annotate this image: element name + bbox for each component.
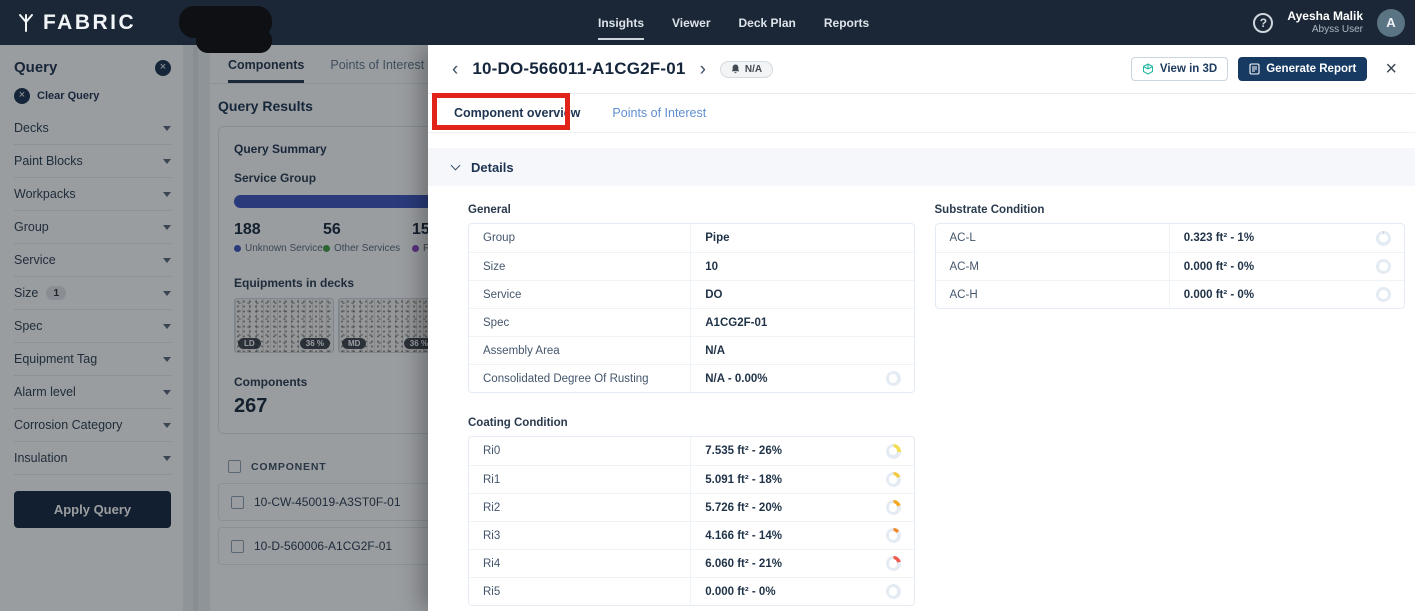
- detail-header: ‹ 10-DO-566011-A1CG2F-01 › N/A View in 3…: [428, 45, 1415, 94]
- table-row: Ri1 5.091 ft² - 18%: [469, 465, 914, 493]
- table-row: Ri2 5.726 ft² - 20%: [469, 493, 914, 521]
- substrate-ring-indicator: [1376, 259, 1391, 274]
- component-detail-panel: ‹ 10-DO-566011-A1CG2F-01 › N/A View in 3…: [428, 45, 1415, 611]
- annotation-highlight-box: [432, 93, 570, 130]
- tab-detail-points-of-interest[interactable]: Points of Interest: [612, 106, 706, 120]
- chevron-down-icon: [451, 160, 461, 170]
- bell-icon: [731, 64, 740, 74]
- substrate-condition-title: Substrate Condition: [935, 204, 1405, 216]
- substrate-ring-indicator: [1376, 287, 1391, 302]
- avatar[interactable]: A: [1377, 9, 1405, 37]
- fabric-trident-icon: [16, 13, 36, 33]
- rust-ring-indicator: [886, 371, 901, 386]
- redaction-blob: [196, 28, 272, 53]
- table-row: Consolidated Degree Of Rusting N/A - 0.0…: [469, 364, 914, 392]
- table-row: Size 10: [469, 252, 914, 280]
- nav-tab-deck-plan[interactable]: Deck Plan: [739, 0, 796, 45]
- table-row: Ri4 6.060 ft² - 21%: [469, 549, 914, 577]
- previous-component-icon[interactable]: ‹: [448, 60, 462, 79]
- table-row: Ri3 4.166 ft² - 14%: [469, 521, 914, 549]
- nav-tab-viewer[interactable]: Viewer: [672, 0, 710, 45]
- generate-report-button[interactable]: Generate Report: [1238, 57, 1367, 81]
- details-section-header[interactable]: Details: [428, 148, 1415, 186]
- coating-ring-indicator: [886, 556, 901, 571]
- table-row: AC-L 0.323 ft² - 1%: [936, 224, 1404, 252]
- coating-ring-indicator: [886, 584, 901, 599]
- details-section-title: Details: [471, 160, 514, 175]
- user-block[interactable]: Ayesha Malik Abyss User: [1287, 9, 1363, 35]
- coating-condition-title: Coating Condition: [468, 417, 915, 429]
- navbar-right: ? Ayesha Malik Abyss User A: [1253, 0, 1405, 45]
- coating-ring-indicator: [886, 472, 901, 487]
- nav-tab-insights[interactable]: Insights: [598, 0, 644, 45]
- general-table: Group Pipe Size 10 Service DO Spec A1CG2…: [468, 223, 915, 393]
- brand-logo: FABRIC: [0, 11, 136, 35]
- view-in-3d-button[interactable]: View in 3D: [1131, 57, 1228, 81]
- next-component-icon[interactable]: ›: [696, 60, 710, 79]
- coating-condition-table: Ri0 7.535 ft² - 26% Ri1 5.091 ft² - 18% …: [468, 436, 915, 606]
- table-row: Group Pipe: [469, 224, 914, 252]
- user-name: Ayesha Malik: [1287, 9, 1363, 23]
- alarm-badge: N/A: [720, 61, 773, 78]
- report-document-icon: [1249, 63, 1260, 75]
- component-title: 10-DO-566011-A1CG2F-01: [472, 59, 685, 79]
- table-row: Ri5 0.000 ft² - 0%: [469, 577, 914, 605]
- detail-tab-bar: Component overview Points of Interest: [428, 94, 1415, 133]
- primary-nav: Insights Viewer Deck Plan Reports: [598, 0, 869, 45]
- user-role: Abyss User: [1287, 24, 1363, 36]
- help-icon[interactable]: ?: [1253, 13, 1273, 33]
- table-row: Assembly Area N/A: [469, 336, 914, 364]
- substrate-condition-table: AC-L 0.323 ft² - 1% AC-M 0.000 ft² - 0% …: [935, 223, 1405, 309]
- cube-3d-icon: [1142, 63, 1154, 75]
- workspace: Query × × Clear Query Decks Paint Blocks…: [0, 45, 1415, 611]
- coating-ring-indicator: [886, 528, 901, 543]
- table-row: Ri0 7.535 ft² - 26%: [469, 437, 914, 465]
- table-row: Spec A1CG2F-01: [469, 308, 914, 336]
- substrate-ring-indicator: [1376, 231, 1391, 246]
- general-section-title: General: [468, 204, 915, 216]
- brand-name: FABRIC: [43, 11, 136, 35]
- table-row: AC-H 0.000 ft² - 0%: [936, 280, 1404, 308]
- close-panel-icon[interactable]: ×: [1385, 59, 1397, 79]
- coating-ring-indicator: [886, 500, 901, 515]
- nav-tab-reports[interactable]: Reports: [824, 0, 869, 45]
- table-row: Service DO: [469, 280, 914, 308]
- table-row: AC-M 0.000 ft² - 0%: [936, 252, 1404, 280]
- coating-ring-indicator: [886, 444, 901, 459]
